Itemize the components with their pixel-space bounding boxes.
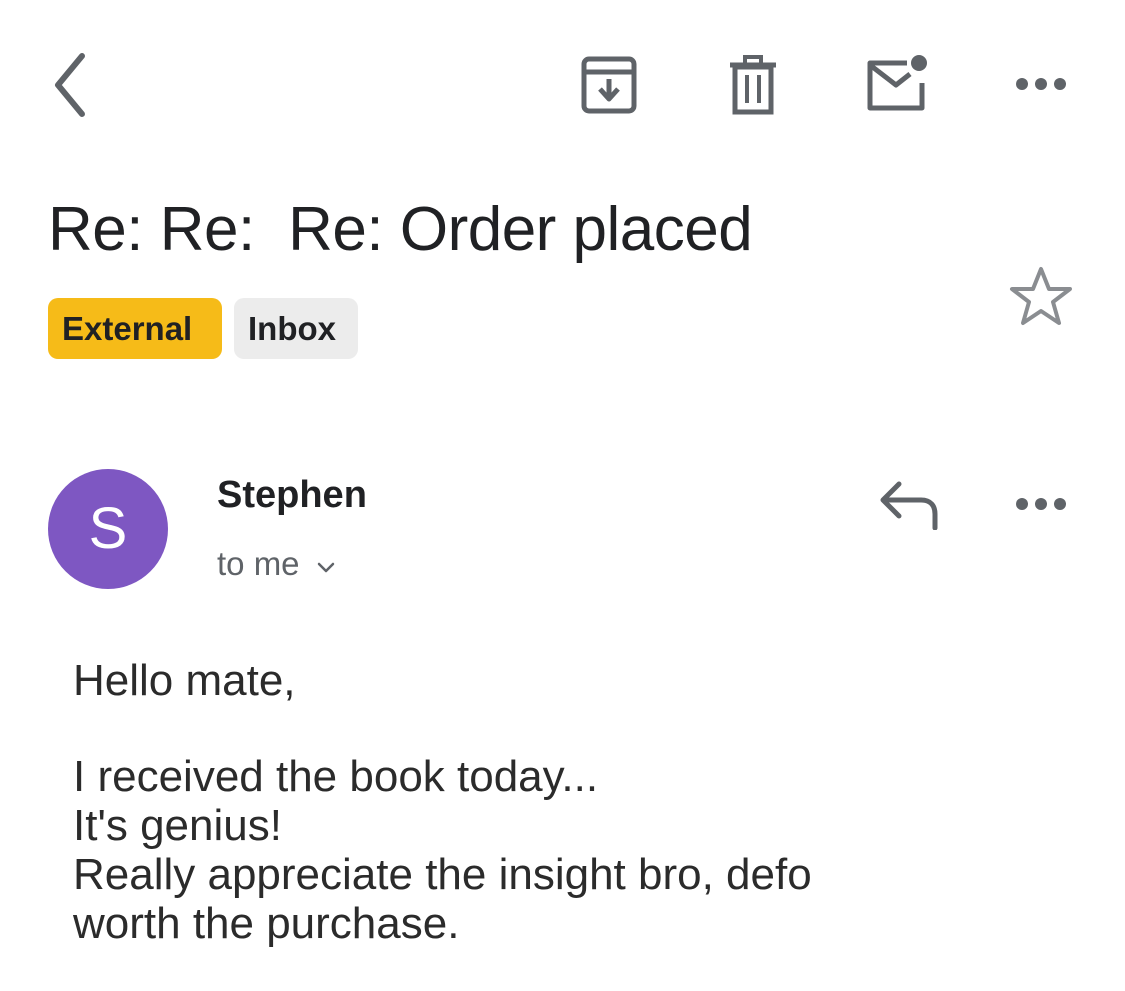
chevron-left-icon	[55, 53, 85, 117]
mail-unread-icon	[867, 55, 927, 111]
message-more-button[interactable]	[1010, 486, 1072, 522]
message-body: Hello mate, I received the book today...…	[73, 656, 1073, 948]
label-external[interactable]: External	[48, 298, 222, 359]
delete-button[interactable]	[724, 54, 782, 116]
chevron-down-icon	[316, 542, 336, 586]
trash-icon	[730, 55, 776, 115]
recipient-details-toggle[interactable]: to me	[217, 542, 336, 586]
star-button[interactable]	[1006, 262, 1076, 330]
reply-button[interactable]	[874, 476, 944, 532]
archive-button[interactable]	[578, 54, 640, 116]
mark-unread-button[interactable]	[862, 50, 932, 114]
back-button[interactable]	[40, 50, 100, 120]
more-horizontal-icon	[1016, 78, 1066, 90]
reply-icon	[880, 481, 938, 530]
more-options-button[interactable]	[1010, 66, 1072, 102]
avatar[interactable]: S	[48, 469, 168, 589]
sender-name[interactable]: Stephen	[217, 470, 367, 520]
archive-icon	[581, 56, 637, 114]
star-icon	[1010, 267, 1072, 325]
recipient-label: to me	[217, 545, 300, 582]
message-line: I received the book today...	[73, 752, 599, 801]
email-subject: Re: Re: Re: Order placed	[48, 195, 753, 264]
message-paragraph: I received the book today... It's genius…	[73, 752, 1073, 948]
more-horizontal-icon	[1016, 498, 1066, 510]
message-line: It's genius!	[73, 801, 282, 850]
message-line: Really appreciate the insight bro, defo	[73, 850, 812, 899]
message-line: worth the purchase.	[73, 899, 460, 948]
message-greeting: Hello mate,	[73, 656, 296, 705]
label-inbox[interactable]: Inbox	[234, 298, 358, 359]
